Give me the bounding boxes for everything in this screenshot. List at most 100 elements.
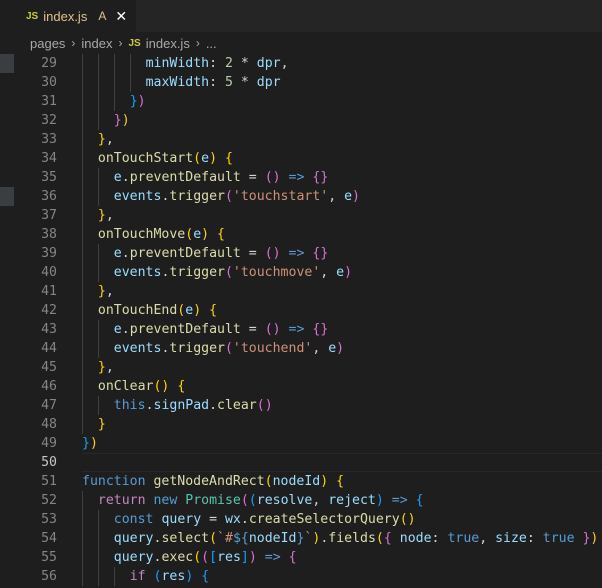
indent-guide xyxy=(113,73,115,92)
breadcrumb-item-symbol[interactable]: ... xyxy=(206,36,217,51)
tab-filename: index.js xyxy=(43,8,88,24)
code-token: } xyxy=(97,360,106,375)
code-token: res xyxy=(217,550,241,565)
code-line[interactable]: 47 this.signPad.clear() xyxy=(0,396,602,415)
code-token: ) xyxy=(121,113,130,128)
code-token: fields xyxy=(328,531,376,546)
line-number: 51 xyxy=(41,474,57,489)
code-line[interactable]: 46 onClear() { xyxy=(0,377,602,396)
code-text: maxWidth: 5 * dpr xyxy=(146,73,281,92)
code-token: ) xyxy=(320,474,329,489)
code-line[interactable]: 33}, xyxy=(0,130,602,149)
code-token: onTouchEnd xyxy=(97,303,178,318)
tab-index-js[interactable]: JS index.js A ✕ xyxy=(0,0,136,32)
indent-guide xyxy=(82,548,83,567)
code-token: exec xyxy=(161,550,194,565)
code-token: } xyxy=(97,132,106,147)
code-token: { xyxy=(288,550,297,565)
breadcrumb-item-file[interactable]: index.js xyxy=(146,36,190,51)
code-line[interactable]: 34 onTouchStart(e) { xyxy=(0,149,602,168)
code-line[interactable]: 43 e.preventDefault = () => {} xyxy=(0,320,602,339)
code-line[interactable]: 30 maxWidth: 5 * dpr xyxy=(0,73,602,92)
code-token: e xyxy=(113,170,122,185)
code-line[interactable]: 49}) xyxy=(0,434,602,453)
code-token: , xyxy=(328,189,345,204)
code-token: ) xyxy=(344,265,353,280)
code-line[interactable]: 53 const query = wx.createSelectorQuery() xyxy=(0,510,602,529)
code-token: = xyxy=(240,170,265,185)
code-line[interactable]: 42 onTouchEnd(e) { xyxy=(0,301,602,320)
line-number: 49 xyxy=(41,436,57,451)
code-line[interactable]: 36 events.trigger('touchstart', e) xyxy=(0,187,602,206)
code-token: : xyxy=(209,56,226,71)
code-line[interactable]: 38 onTouchMove(e) { xyxy=(0,225,602,244)
indent-guide xyxy=(82,54,83,73)
code-editor[interactable]: 29 minWidth: 2 * dpr, 30 maxWidth: 5 * dpr 3… xyxy=(0,54,602,588)
code-token: () xyxy=(264,170,281,185)
code-token: . xyxy=(121,246,130,261)
code-line[interactable]: 56 if (res) { xyxy=(0,567,602,586)
indent-guide xyxy=(97,567,99,586)
code-token: resolve xyxy=(256,493,313,508)
code-token: , xyxy=(312,341,329,356)
indent-guide xyxy=(82,491,83,510)
code-line[interactable]: 51 function getNodeAndRect(nodeId) { xyxy=(0,472,602,491)
code-line[interactable]: 39 e.preventDefault = () => {} xyxy=(0,244,602,263)
code-token: * xyxy=(232,56,257,71)
indent-guide xyxy=(82,301,83,320)
indent-guide xyxy=(97,244,99,263)
code-line[interactable]: 40 events.trigger('touchmove', e) xyxy=(0,263,602,282)
chevron-right-icon: › xyxy=(71,36,76,50)
code-token: const xyxy=(113,512,154,527)
code-token: query xyxy=(113,550,154,565)
code-token: { xyxy=(415,493,424,508)
line-number: 42 xyxy=(41,303,57,318)
line-number: 37 xyxy=(41,208,57,223)
code-token: => xyxy=(264,550,281,565)
indent-guide xyxy=(82,567,83,586)
breadcrumb-item-pages[interactable]: pages xyxy=(30,36,65,51)
code-text: }) xyxy=(114,111,130,130)
indent-guide xyxy=(82,263,83,282)
code-line[interactable]: 32}) xyxy=(0,111,602,130)
code-token: if xyxy=(129,569,146,584)
code-line[interactable]: 45}, xyxy=(0,358,602,377)
indent-guide xyxy=(97,54,99,73)
code-token: : xyxy=(526,531,543,546)
code-line[interactable]: 37}, xyxy=(0,206,602,225)
close-icon[interactable]: ✕ xyxy=(115,8,127,25)
code-token: dpr xyxy=(256,75,281,90)
code-line[interactable]: 44 events.trigger('touchend', e) xyxy=(0,339,602,358)
code-line[interactable]: 31}) xyxy=(0,92,602,111)
code-token: => xyxy=(288,246,305,261)
line-number: 30 xyxy=(41,75,57,90)
code-token: = xyxy=(240,322,265,337)
indent-guide xyxy=(97,548,99,567)
code-line[interactable]: 41}, xyxy=(0,282,602,301)
chevron-right-icon: › xyxy=(195,36,200,50)
line-number: 48 xyxy=(41,417,57,432)
code-line[interactable]: 48} xyxy=(0,415,602,434)
code-token: onClear xyxy=(97,379,154,394)
line-number: 36 xyxy=(41,189,57,204)
tab-bar: JS index.js A ✕ xyxy=(0,0,602,32)
code-line[interactable]: 29 minWidth: 2 * dpr, xyxy=(0,54,602,73)
code-line[interactable]: 55 query.exec(([res]) => { xyxy=(0,548,602,567)
code-line[interactable]: 35 e.preventDefault = () => {} xyxy=(0,168,602,187)
code-token: ( xyxy=(185,227,194,242)
code-token: ) xyxy=(89,436,98,451)
code-line[interactable]: 54 query.select(`#${nodeId}`).fields({ no… xyxy=(0,529,602,548)
breadcrumb-item-index[interactable]: index xyxy=(81,36,112,51)
line-number: 53 xyxy=(41,512,57,527)
chevron-right-icon: › xyxy=(118,36,123,50)
indent-guide xyxy=(82,320,83,339)
line-number: 52 xyxy=(41,493,57,508)
current-line-highlight xyxy=(82,453,602,472)
code-token: trigger xyxy=(169,189,225,204)
code-text: } xyxy=(98,415,106,434)
code-token: ( xyxy=(224,265,233,280)
code-text: }, xyxy=(98,358,114,377)
code-text: events.trigger('touchmove', e) xyxy=(114,263,352,282)
code-line[interactable]: 52 return new Promise((resolve, reject) =… xyxy=(0,491,602,510)
code-line[interactable]: 50 xyxy=(0,453,602,472)
